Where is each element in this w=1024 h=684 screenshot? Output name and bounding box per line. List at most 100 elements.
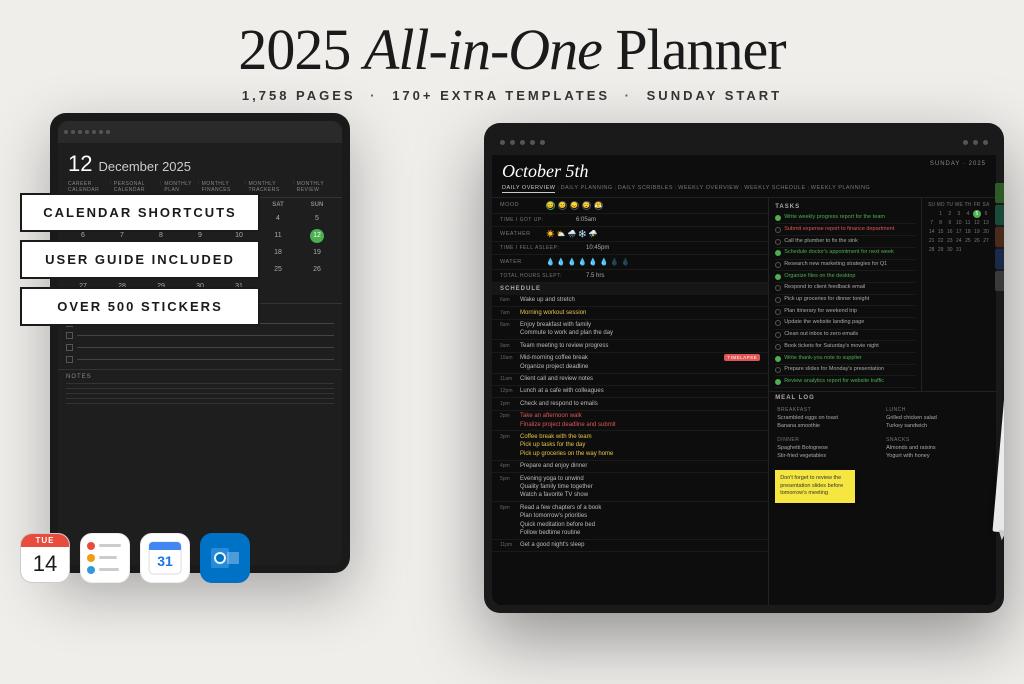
side-tab-4[interactable] (995, 249, 1004, 269)
mcd-29: 29 (937, 246, 945, 254)
notes-label: NOTES (66, 374, 334, 380)
task-check-9 (775, 309, 781, 315)
notes-lines (66, 383, 334, 404)
tab-weekly-overview[interactable]: WEEKLY OVERVIEW (678, 185, 739, 193)
mood-label: MOOD (500, 202, 540, 208)
tasks-header: TASKS (775, 201, 914, 213)
planner-body: MOOD 😊 😐 😞 😴 😤 TIME I GOT (492, 198, 996, 605)
water-glasses: 💧 💧 💧 💧 💧 💧 💧 💧 (546, 258, 630, 266)
notes-sticky: Don't forget to review the presentation … (775, 470, 855, 503)
dot-1: · (370, 88, 377, 103)
tab-daily-overview[interactable]: DAILY OVERVIEW (502, 185, 555, 193)
weather-icon-3: 🌧️ (567, 230, 576, 238)
day-25: 25 (259, 262, 297, 278)
mini-calendar-panel: SU MO TU WE TH FR SA 1 (921, 198, 996, 391)
sched-text-1pm: Check and respond to emails (520, 400, 760, 408)
side-tab-3[interactable] (995, 227, 1004, 247)
mf-bar-2 (77, 335, 334, 336)
sched-item-2pm: 2pm Take an afternoon walkFinalize proje… (492, 411, 768, 432)
task-text-10: Update the website landing page (784, 319, 864, 327)
sched-item-5pm: 5pm Evening yoga to unwindQuality family… (492, 473, 768, 502)
mood-1: 😊 (546, 201, 555, 210)
notes-line-5 (66, 403, 334, 404)
tab-daily-scribbles[interactable]: DAILY SCRIBBLES (618, 185, 673, 193)
meal-grid: BREAKFAST Scrambled eggs on toastBanana … (775, 405, 990, 463)
mcd-23: 23 (946, 237, 954, 245)
dinner-text: Spaghetti BologneseStir-fried vegetables (777, 445, 879, 460)
weather-icon-1: ☀️ (546, 230, 555, 238)
tab-monthly-plan[interactable]: MONTHLY PLAN (164, 181, 194, 193)
mcd-5: 4 (964, 210, 972, 218)
tab-career[interactable]: CAREER CALENDAR (68, 181, 107, 193)
day-19: 19 (298, 245, 336, 261)
task-text-9: Plan itinerary for weekend trip (784, 308, 857, 316)
start-day: SUNDAY START (647, 88, 782, 103)
wd-sat: SAT (259, 202, 297, 208)
mcd-13: 13 (982, 219, 990, 227)
task-text-2: Submit expense report to finance departm… (784, 226, 894, 234)
sched-time-3pm: 3pm (500, 433, 520, 440)
sched-item-11pm: 11pm Get a good night's sleep (492, 540, 768, 552)
task-1: Write weekly progress report for the tea… (775, 213, 914, 225)
hours-slept-val: 7.5 hrs (586, 273, 604, 279)
calendar-date-display: 12 December 2025 (68, 151, 332, 177)
task-5: Research new marketing strategies for Q1 (775, 260, 914, 272)
hours-slept-label: TOTAL HOURS SLEPT: (500, 273, 580, 279)
tab-personal[interactable]: PERSONAL CALENDAR (114, 181, 158, 193)
mch-th: TH (964, 201, 972, 209)
ti-r1 (963, 140, 968, 145)
task-text-6: Organize files on the desktop (784, 273, 855, 281)
weather-row: WEATHER ☀️ ⛅ 🌧️ ❄️ ⛈️ (492, 227, 768, 242)
tab-weekly-schedule[interactable]: WEEKLY SCHEDULE (744, 185, 805, 193)
tab-trackers[interactable]: MONTHLY TRACKERS (248, 181, 289, 193)
sched-item-4pm: 4pm Prepare and enjoy dinner (492, 461, 768, 473)
mf-line-3 (66, 344, 334, 351)
mini-cal-grid: SU MO TU WE TH FR SA 1 (928, 201, 990, 254)
mcd-25: 25 (964, 237, 972, 245)
sched-item-9am: 9am Team meeting to review progress (492, 340, 768, 352)
tab-weekly-planning[interactable]: WEEKLY PLANNING (811, 185, 871, 193)
reminder-bar-1 (99, 544, 121, 547)
right-section: October 5th SUNDAY · 2025 DAILY OVERVIEW… (380, 113, 1004, 643)
breakfast-label: BREAKFAST (777, 407, 879, 413)
tab-review[interactable]: MONTHLY REVIEW (297, 181, 332, 193)
weather-icon-4: ❄️ (578, 230, 587, 238)
sched-item-10am: 10am Mid-morning coffee breakOrganize pr… (492, 353, 768, 374)
task-8: Pick up groceries for dinner tonight (775, 295, 914, 307)
task-10: Update the website landing page (775, 318, 914, 330)
pages-count: 1,758 PAGES (242, 88, 356, 103)
mcd-27: 27 (982, 237, 990, 245)
water-label: WATER (500, 259, 540, 265)
mood-5: 😤 (594, 201, 603, 210)
day-26: 26 (298, 262, 336, 278)
task-text-4: Schedule doctor's appointment for next w… (784, 249, 894, 257)
side-tab-5[interactable] (995, 271, 1004, 291)
task-13: Write thank-you note to supplier (775, 353, 914, 365)
left-section: CALENDAR SHORTCUTS USER GUIDE INCLUDED O… (20, 113, 380, 643)
calendar-header: 12 December 2025 CAREER CALENDAR | PERSO… (58, 143, 342, 198)
left-toolbar (58, 121, 342, 143)
task-11: Clean out inbox to zero emails (775, 330, 914, 342)
left-tablet: 12 December 2025 CAREER CALENDAR | PERSO… (50, 113, 350, 573)
notes-line-2 (66, 388, 334, 389)
ti-1 (500, 140, 505, 145)
sched-time-12pm: 12pm (500, 387, 520, 394)
sched-time-5pm: 5pm (500, 475, 520, 482)
side-tab-2[interactable] (995, 205, 1004, 225)
day-empty-3 (259, 279, 297, 295)
sched-text-8am: Enjoy breakfast with familyCommute to wo… (520, 321, 760, 338)
task-check-2 (775, 227, 781, 233)
task-check-5 (775, 262, 781, 268)
task-text-13: Write thank-you note to supplier (784, 355, 862, 363)
title-italic: All-in-One (364, 17, 602, 82)
sched-item-3pm: 3pm Coffee break with the teamPick up ta… (492, 431, 768, 460)
mcd-4: 3 (955, 210, 963, 218)
lunch-text: Grilled chicken saladTurkey sandwich (886, 415, 988, 430)
tab-finances[interactable]: MONTHLY FINANCES (202, 181, 242, 193)
tab-daily-planning[interactable]: DAILY PLANNING (561, 185, 613, 193)
right-tablet-screen: October 5th SUNDAY · 2025 DAILY OVERVIEW… (492, 131, 996, 605)
side-tab-1[interactable] (995, 183, 1004, 203)
task-check-15 (775, 379, 781, 385)
ios-calendar-icon: TUE 14 (20, 533, 70, 583)
mood-circles: 😊 😐 😞 😴 😤 (546, 201, 603, 210)
